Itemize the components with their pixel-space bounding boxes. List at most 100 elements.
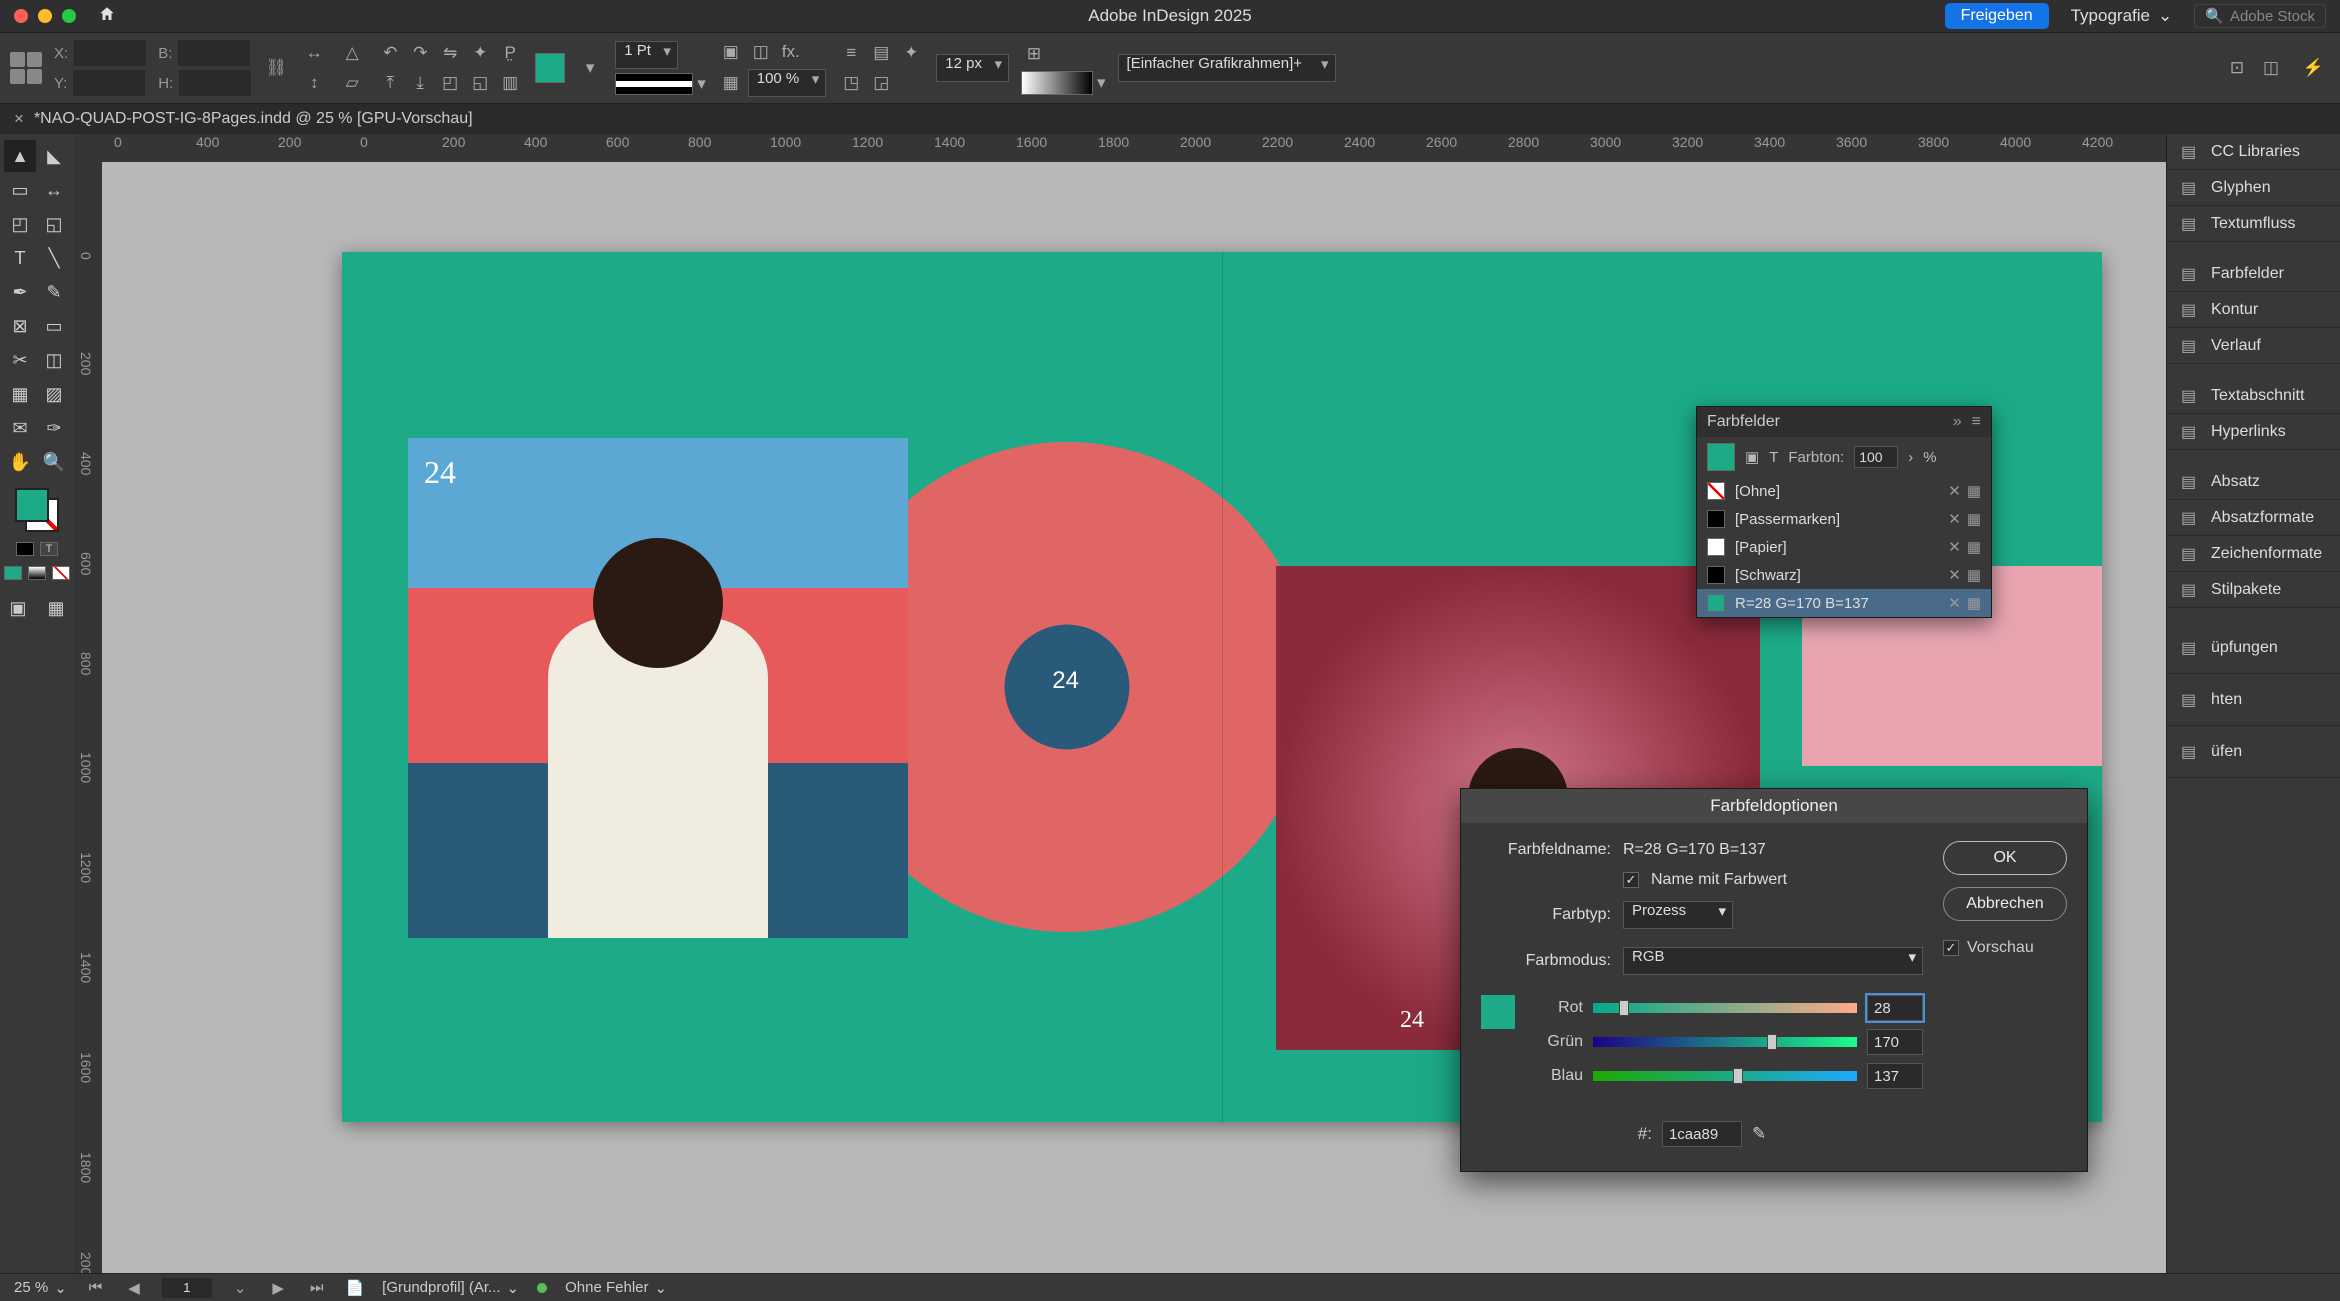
fill-stroke-toggle[interactable] [15, 488, 59, 532]
px-input[interactable]: 12 px [936, 54, 1009, 82]
close-icon[interactable] [14, 9, 28, 23]
scissors-tool[interactable]: ✂ [4, 344, 36, 376]
gap-tool[interactable]: ↔ [38, 174, 70, 206]
dotted-p-icon[interactable]: P̤ [497, 40, 523, 66]
home-icon[interactable] [98, 5, 116, 28]
preview-checkbox[interactable]: ✓ [1943, 940, 1959, 956]
panel-tab-farbfelder[interactable]: ▤Farbfelder [2167, 256, 2340, 292]
panel-tab-zeichenformate[interactable]: ▤Zeichenformate [2167, 536, 2340, 572]
chevron-down-icon[interactable]: ▾ [697, 74, 706, 94]
rectangle-frame-tool[interactable]: ⊠ [4, 310, 36, 342]
panel-tab-textabschnitt[interactable]: ▤Textabschnitt [2167, 378, 2340, 414]
fill-color-icon[interactable] [15, 488, 49, 522]
content-placer-tool[interactable]: ◱ [38, 208, 70, 240]
fill-dropdown-icon[interactable]: ▾ [577, 55, 603, 81]
pen-tool[interactable]: ✒ [4, 276, 36, 308]
panel-tab-absatzformate[interactable]: ▤Absatzformate [2167, 500, 2340, 536]
wrap-shape-icon[interactable]: ✦ [898, 40, 924, 66]
free-transform-tool[interactable]: ◫ [38, 344, 70, 376]
apply-color-icon[interactable] [16, 542, 34, 556]
panel-tab-textumfluss[interactable]: ▤Textumfluss [2167, 206, 2340, 242]
open-icon[interactable]: 📄 [345, 1279, 364, 1297]
bridge-icon[interactable]: ◫ [2258, 55, 2284, 81]
y-input[interactable] [73, 70, 145, 96]
reference-point-icon[interactable] [10, 52, 42, 84]
document-tab-label[interactable]: *NAO-QUAD-POST-IG-8Pages.indd @ 25 % [GP… [34, 110, 473, 128]
rectangle-tool[interactable]: ▭ [38, 310, 70, 342]
frame-grid-icon[interactable]: ⊞ [1021, 41, 1047, 67]
corner2-icon[interactable]: ◲ [868, 70, 894, 96]
swatch-row[interactable]: [Schwarz]✕▦ [1697, 561, 1991, 589]
constrain-icon[interactable]: ⛓ [263, 55, 289, 81]
swatch-row[interactable]: R=28 G=170 B=137✕▦ [1697, 589, 1991, 617]
autofit-icon[interactable]: ▣ [718, 39, 744, 65]
flip-v-icon[interactable]: ⤒ [377, 70, 403, 96]
type-tool[interactable]: T [4, 242, 36, 274]
swatch-row[interactable]: [Ohne]✕▦ [1697, 477, 1991, 505]
rotate-cw-icon[interactable]: ↷ [407, 40, 433, 66]
adobe-stock-search[interactable]: 🔍 Adobe Stock [2194, 4, 2326, 28]
dotted-p2-icon[interactable]: ▥ [497, 70, 523, 96]
view-mode-preview-icon[interactable]: ▦ [40, 592, 72, 624]
scale-y-icon[interactable]: ↕ [301, 70, 327, 96]
panel-tab-absatz[interactable]: ▤Absatz [2167, 464, 2340, 500]
zoom-tool[interactable]: 🔍 [38, 446, 70, 478]
opacity-icon[interactable]: ▦ [718, 70, 744, 96]
w-input[interactable] [178, 40, 250, 66]
panel-tab-hyperlinks[interactable]: ▤Hyperlinks [2167, 414, 2340, 450]
color-type-dropdown[interactable]: Prozess [1623, 901, 1733, 929]
line-tool[interactable]: ╲ [38, 242, 70, 274]
gradient-swatch-tool[interactable]: ▦ [4, 378, 36, 410]
next-page-icon[interactable]: ▶ [268, 1279, 288, 1297]
tint-input[interactable] [1854, 446, 1898, 468]
text-target-icon[interactable]: T [1769, 449, 1778, 466]
shear-input-icon[interactable]: ▱ [339, 70, 365, 96]
x-input[interactable] [74, 40, 146, 66]
scale-x-icon[interactable]: ↔ [301, 40, 327, 66]
share-button[interactable]: Freigeben [1945, 3, 2049, 29]
tint-stepper-icon[interactable]: › [1908, 449, 1913, 466]
first-page-icon[interactable]: ⏮ [85, 1279, 107, 1296]
hand-tool[interactable]: ✋ [4, 446, 36, 478]
stroke-weight-input[interactable]: 1 Pt [615, 41, 678, 69]
fill-swatch[interactable] [535, 53, 565, 83]
panel-tab-partial[interactable]: ▤üpfungen [2167, 622, 2340, 674]
note-tool[interactable]: ✉ [4, 412, 36, 444]
select-container-icon[interactable]: ◰ [437, 70, 463, 96]
apply-last-color-icon[interactable] [4, 566, 22, 580]
dialog-title[interactable]: Farbfeldoptionen [1461, 789, 2087, 823]
direct-selection-tool[interactable]: ◣ [38, 140, 70, 172]
hex-input[interactable] [1662, 1121, 1742, 1147]
panel-tab-verlauf[interactable]: ▤Verlauf [2167, 328, 2340, 364]
close-tab-icon[interactable]: × [14, 109, 24, 129]
preflight-errors-dropdown[interactable]: Ohne Fehler⌄ [565, 1279, 667, 1297]
content-collector-tool[interactable]: ◰ [4, 208, 36, 240]
color-mode-dropdown[interactable]: RGB [1623, 947, 1923, 975]
eyedropper-icon[interactable]: ✎ [1752, 1124, 1766, 1144]
ok-button[interactable]: OK [1943, 841, 2067, 875]
fill-target-icon[interactable]: ▣ [1745, 448, 1759, 466]
view-mode-normal-icon[interactable]: ▣ [2, 592, 34, 624]
maximize-icon[interactable] [62, 9, 76, 23]
gradient-swatch[interactable] [1021, 71, 1093, 95]
collapse-icon[interactable]: » [1953, 413, 1962, 431]
blue-slider[interactable] [1593, 1071, 1857, 1081]
apply-text-icon[interactable]: T [40, 542, 58, 556]
flip-both-icon[interactable]: ✦ [467, 40, 493, 66]
panel-tab-partial[interactable]: ▤üfen [2167, 726, 2340, 778]
opacity-input[interactable]: 100 % [748, 69, 827, 97]
green-input[interactable] [1867, 1029, 1923, 1055]
apply-gradient-icon[interactable] [28, 566, 46, 580]
eyedropper-tool[interactable]: ✑ [38, 412, 70, 444]
blue-input[interactable] [1867, 1063, 1923, 1089]
swatch-row[interactable]: [Papier]✕▦ [1697, 533, 1991, 561]
workspace-dropdown[interactable]: Typografie ⌄ [2071, 6, 2173, 26]
page-menu-icon[interactable]: ⌄ [230, 1279, 251, 1297]
quick-apply-icon[interactable]: ⚡ [2303, 58, 2324, 78]
name-with-value-checkbox[interactable]: ✓ [1623, 872, 1639, 888]
rotate-input-icon[interactable]: △ [339, 40, 365, 66]
horizontal-ruler[interactable]: 0400200020040060080010001200140016001800… [74, 134, 2166, 162]
preflight-profile-dropdown[interactable]: [Grundprofil] (Ar...⌄ [382, 1279, 519, 1297]
album-cover-artwork[interactable] [408, 438, 908, 938]
corner-icon[interactable]: ◳ [838, 70, 864, 96]
